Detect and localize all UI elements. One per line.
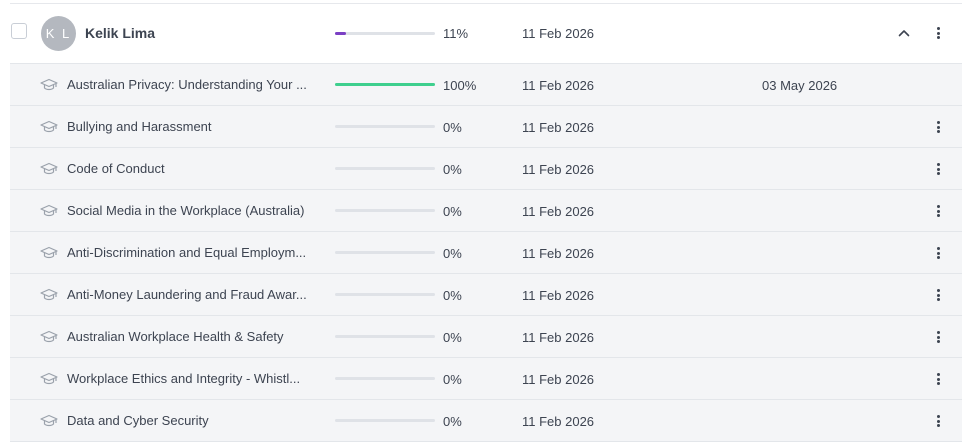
course-progress-percent: 0%	[443, 204, 462, 219]
course-title: Australian Privacy: Understanding Your .…	[67, 77, 307, 92]
course-title: Anti-Discrimination and Equal Employm...	[67, 245, 307, 260]
user-assigned-date: 11 Feb 2026	[522, 26, 595, 41]
course-row[interactable]: Anti-Money Laundering and Fraud Awar... 0…	[10, 274, 962, 316]
user-progress-fill	[335, 32, 346, 35]
graduation-cap-icon	[40, 120, 58, 134]
course-row[interactable]: Australian Privacy: Understanding Your .…	[10, 64, 962, 106]
more-vertical-icon[interactable]	[934, 329, 942, 345]
more-vertical-icon[interactable]	[934, 245, 942, 261]
course-progress-bar	[335, 251, 435, 254]
course-row[interactable]: Australian Workplace Health & Safety 0% 11…	[10, 316, 962, 358]
course-progress-percent: 0%	[443, 330, 462, 345]
course-title: Workplace Ethics and Integrity - Whistl.…	[67, 371, 301, 386]
user-name: Kelik Lima	[85, 25, 156, 41]
graduation-cap-icon	[40, 288, 58, 302]
course-progress-percent: 0%	[443, 288, 462, 303]
graduation-cap-icon	[40, 372, 58, 386]
course-assigned-date: 11 Feb 2026	[522, 288, 595, 303]
course-row[interactable]: Code of Conduct 0% 11 Feb 2026	[10, 148, 962, 190]
course-progress-bar	[335, 335, 435, 338]
more-vertical-icon[interactable]	[934, 413, 942, 429]
course-assigned-date: 11 Feb 2026	[522, 246, 595, 261]
course-progress-bar	[335, 419, 435, 422]
more-vertical-icon[interactable]	[934, 161, 942, 177]
user-progress-percent: 11%	[443, 26, 469, 41]
user-progress-bar	[335, 32, 435, 35]
course-progress-percent: 0%	[443, 372, 462, 387]
course-progress-percent: 0%	[443, 120, 462, 135]
course-assigned-date: 11 Feb 2026	[522, 120, 595, 135]
course-row[interactable]: Social Media in the Workplace (Australia…	[10, 190, 962, 232]
graduation-cap-icon	[40, 330, 58, 344]
graduation-cap-icon	[40, 162, 58, 176]
course-progress-bar	[335, 293, 435, 296]
course-title: Code of Conduct	[67, 161, 165, 176]
course-progress-percent: 0%	[443, 162, 462, 177]
course-row[interactable]: Workplace Ethics and Integrity - Whistl.…	[10, 358, 962, 400]
graduation-cap-icon	[40, 204, 58, 218]
user-more-vertical-icon[interactable]	[934, 25, 942, 41]
more-vertical-icon[interactable]	[934, 119, 942, 135]
graduation-cap-icon	[40, 246, 58, 260]
course-progress-bar	[335, 125, 435, 128]
learner-progress-table: K L Kelik Lima 11% 11 Feb 2026 Australia…	[0, 0, 972, 444]
more-vertical-icon[interactable]	[934, 203, 942, 219]
user-row[interactable]: K L Kelik Lima 11% 11 Feb 2026	[10, 4, 962, 64]
course-progress-percent: 100%	[443, 78, 477, 93]
course-title: Social Media in the Workplace (Australia…	[67, 203, 305, 218]
course-assigned-date: 11 Feb 2026	[522, 162, 595, 177]
course-row[interactable]: Anti-Discrimination and Equal Employm...…	[10, 232, 962, 274]
course-assigned-date: 11 Feb 2026	[522, 414, 595, 429]
course-title: Australian Workplace Health & Safety	[67, 329, 284, 344]
row-select-checkbox[interactable]	[11, 23, 27, 39]
course-progress-bar	[335, 377, 435, 380]
course-progress-bar	[335, 167, 435, 170]
course-assigned-date: 11 Feb 2026	[522, 330, 595, 345]
course-assigned-date: 11 Feb 2026	[522, 78, 595, 93]
course-title: Bullying and Harassment	[67, 119, 212, 134]
course-progress-fill	[335, 83, 435, 86]
course-title: Data and Cyber Security	[67, 413, 209, 428]
course-progress-bar	[335, 83, 435, 86]
more-vertical-icon[interactable]	[934, 371, 942, 387]
course-progress-bar	[335, 209, 435, 212]
avatar: K L	[41, 16, 76, 51]
course-row[interactable]: Bullying and Harassment 0% 11 Feb 2026	[10, 106, 962, 148]
course-title: Anti-Money Laundering and Fraud Awar...	[67, 287, 307, 302]
course-row[interactable]: Data and Cyber Security 0% 11 Feb 2026	[10, 400, 962, 442]
course-progress-percent: 0%	[443, 246, 462, 261]
course-progress-percent: 0%	[443, 414, 462, 429]
course-completed-date: 03 May 2026	[762, 78, 838, 93]
more-vertical-icon[interactable]	[934, 287, 942, 303]
graduation-cap-icon	[40, 78, 58, 92]
course-assigned-date: 11 Feb 2026	[522, 204, 595, 219]
course-assigned-date: 11 Feb 2026	[522, 372, 595, 387]
graduation-cap-icon	[40, 414, 58, 428]
chevron-up-icon[interactable]	[898, 28, 910, 38]
